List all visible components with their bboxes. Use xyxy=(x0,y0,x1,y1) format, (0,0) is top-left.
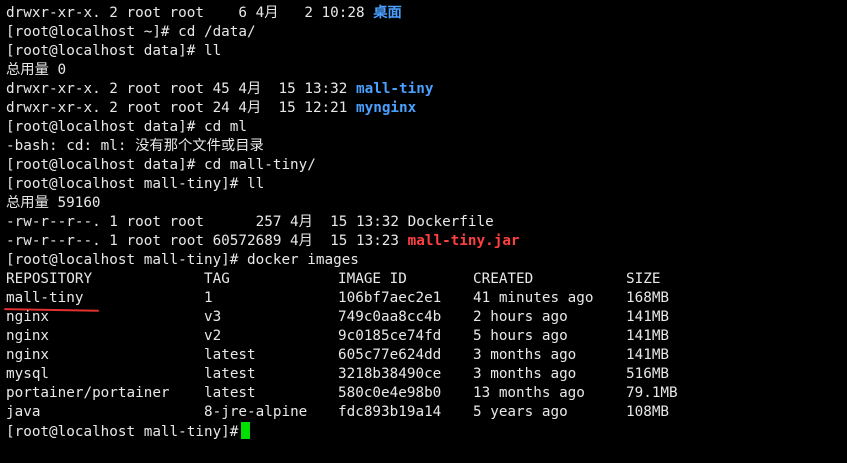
cell-repository: mall-tiny xyxy=(6,289,83,308)
cell-tag: v3 xyxy=(204,309,222,325)
cell-created: 3 months ago xyxy=(473,366,577,382)
cell-size: 141MB xyxy=(626,347,670,363)
directory-name-mall-tiny: mall-tiny xyxy=(356,81,434,97)
terminal-window[interactable]: drwxr-xr-x. 2 root root 6 4月 2 10:28 桌面 … xyxy=(0,0,847,463)
cell-repository: java xyxy=(6,404,41,420)
highlighted-repository-mall-tiny: mall-tiny xyxy=(6,290,84,306)
table-row: nginx v3 749c0aa8cc4b 2 hours ago 141MB xyxy=(6,308,847,327)
cell-repository: nginx xyxy=(6,347,50,363)
output-line-total: 总用量 0 xyxy=(6,62,67,78)
file-name-jar: mall-tiny.jar xyxy=(407,233,520,249)
cell-repository: nginx xyxy=(6,309,50,325)
cell-created: 13 months ago xyxy=(473,385,585,401)
cell-tag: v2 xyxy=(204,328,222,344)
header-repository: REPOSITORY xyxy=(6,271,93,287)
cell-image-id: 605c77e624dd xyxy=(338,347,442,363)
header-image-id: IMAGE ID xyxy=(338,271,407,287)
cell-created: 3 months ago xyxy=(473,347,577,363)
table-row: nginx latest 605c77e624dd 3 months ago 1… xyxy=(6,346,847,365)
cell-tag: 1 xyxy=(204,290,213,306)
cell-tag: latest xyxy=(204,347,256,363)
cell-tag: 8-jre-alpine xyxy=(204,404,308,420)
cell-created: 5 years ago xyxy=(473,404,568,420)
cell-image-id: fdc893b19a14 xyxy=(338,404,442,420)
output-line-ls-desktop: drwxr-xr-x. 2 root root 6 4月 2 10:28 桌面 xyxy=(6,4,847,23)
cell-size: 108MB xyxy=(626,404,670,420)
ls-entry-meta: drwxr-xr-x. 2 root root 45 4月 15 13:32 xyxy=(6,81,356,97)
table-row: nginx v2 9c0185ce74fd 5 hours ago 141MB xyxy=(6,327,847,346)
output-line-ls-dockerfile: -rw-r--r--. 1 root root 257 4月 15 13:32 … xyxy=(6,213,847,232)
command-line-ll: [root@localhost data]# ll xyxy=(6,43,222,59)
ls-entry-meta: -rw-r--r--. 1 root root 60572689 4月 15 1… xyxy=(6,233,408,249)
output-line-total: 总用量 59160 xyxy=(6,195,101,211)
output-line-ls-mall-tiny: drwxr-xr-x. 2 root root 45 4月 15 13:32 m… xyxy=(6,80,847,99)
command-line-cd-ml: [root@localhost data]# cd ml xyxy=(6,119,248,135)
cell-repository: mysql xyxy=(6,366,50,382)
command-line-docker-images: [root@localhost mall-tiny]# docker image… xyxy=(6,252,359,268)
table-row: mysql latest 3218b38490ce 3 months ago 5… xyxy=(6,365,847,384)
table-row: portainer/portainer latest 580c0e4e98b0 … xyxy=(6,384,847,403)
cell-size: 168MB xyxy=(626,290,670,306)
output-line-ls-jar: -rw-r--r--. 1 root root 60572689 4月 15 1… xyxy=(6,232,847,251)
ls-entry-meta: drwxr-xr-x. 2 root root 24 4月 15 12:21 xyxy=(6,100,356,116)
cell-tag: latest xyxy=(204,385,256,401)
prompt-text: [root@localhost mall-tiny]# xyxy=(6,424,239,440)
cell-size: 516MB xyxy=(626,366,670,382)
header-created: CREATED xyxy=(473,271,534,287)
command-line-cd-data: [root@localhost ~]# cd /data/ xyxy=(6,24,256,40)
cell-image-id: 749c0aa8cc4b xyxy=(338,309,442,325)
header-size: SIZE xyxy=(626,271,661,287)
cell-size: 141MB xyxy=(626,309,670,325)
cell-image-id: 580c0e4e98b0 xyxy=(338,385,442,401)
ls-entry-meta: -rw-r--r--. 1 root root 257 4月 15 13:32 xyxy=(6,214,408,230)
header-tag: TAG xyxy=(204,271,230,287)
cell-created: 5 hours ago xyxy=(473,328,568,344)
error-line-no-such-directory: -bash: cd: ml: 没有那个文件或目录 xyxy=(6,138,264,154)
cell-size: 79.1MB xyxy=(626,385,678,401)
cell-image-id: 9c0185ce74fd xyxy=(338,328,442,344)
cell-repository: nginx xyxy=(6,328,50,344)
table-row: java 8-jre-alpine fdc893b19a14 5 years a… xyxy=(6,403,847,422)
command-line-cd-mall-tiny: [root@localhost data]# cd mall-tiny/ xyxy=(6,157,316,173)
command-prompt[interactable]: [root@localhost mall-tiny]# xyxy=(6,422,847,441)
ls-entry-meta: drwxr-xr-x. 2 root root 6 4月 2 10:28 xyxy=(6,5,374,21)
command-line-ll: [root@localhost mall-tiny]# ll xyxy=(6,176,265,192)
cell-size: 141MB xyxy=(626,328,670,344)
file-name-dockerfile: Dockerfile xyxy=(407,214,494,230)
table-row: mall-tiny 1 106bf7aec2e1 41 minutes ago … xyxy=(6,289,847,308)
cell-repository: portainer/portainer xyxy=(6,385,170,401)
cell-tag: latest xyxy=(204,366,256,382)
output-line-ls-mynginx: drwxr-xr-x. 2 root root 24 4月 15 12:21 m… xyxy=(6,99,847,118)
directory-name-desktop: 桌面 xyxy=(373,5,402,21)
directory-name-mynginx: mynginx xyxy=(356,100,417,116)
cell-created: 41 minutes ago xyxy=(473,290,594,306)
cell-image-id: 3218b38490ce xyxy=(338,366,442,382)
cell-image-id: 106bf7aec2e1 xyxy=(338,290,442,306)
text-cursor[interactable] xyxy=(241,422,251,439)
cell-created: 2 hours ago xyxy=(473,309,568,325)
images-table-header: REPOSITORY TAG IMAGE ID CREATED SIZE xyxy=(6,270,847,289)
